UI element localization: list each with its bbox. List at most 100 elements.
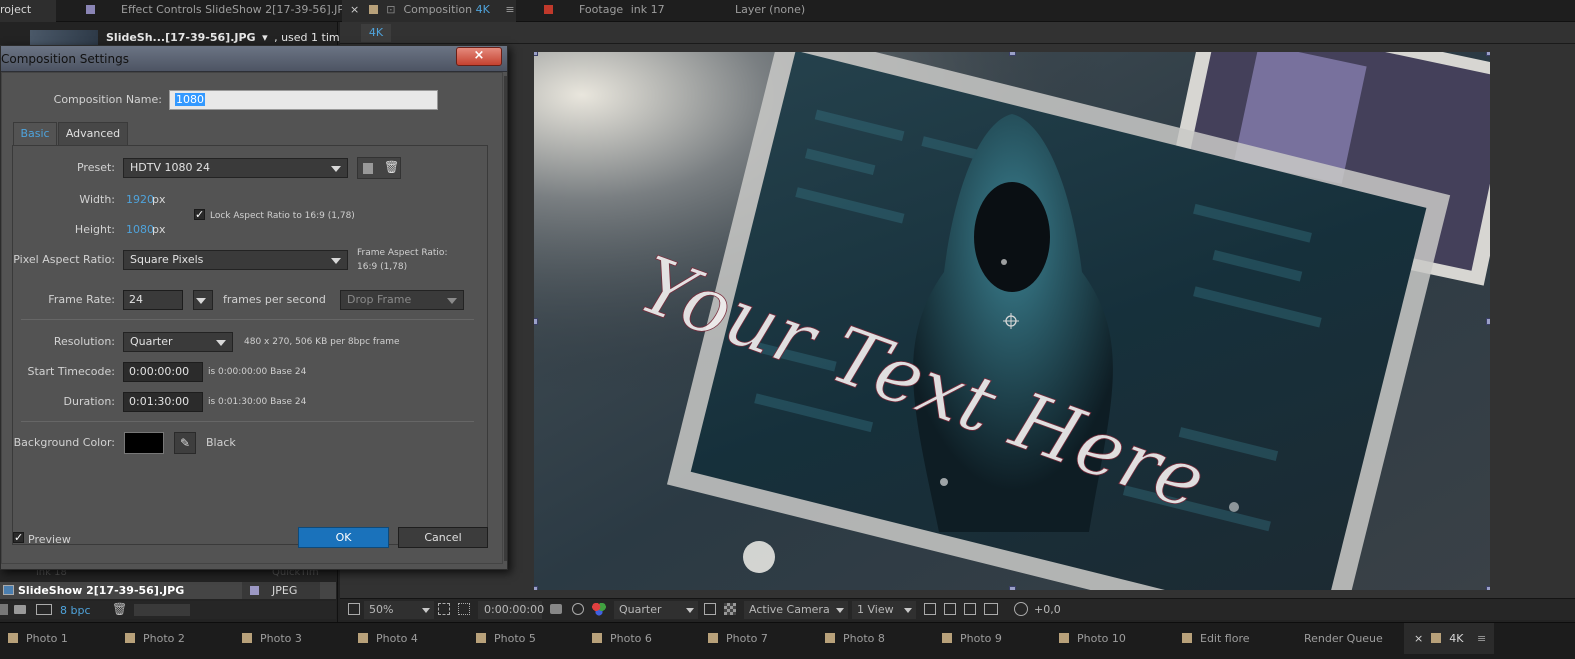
views-dropdown[interactable]: 1 View xyxy=(852,601,916,619)
resize-handle[interactable] xyxy=(534,318,538,325)
dialog-titlebar[interactable]: Composition Settings × xyxy=(1,46,507,72)
roi-icon[interactable] xyxy=(704,603,716,615)
width-value[interactable]: 1920 xyxy=(126,193,154,206)
tab-photo-9[interactable]: Photo 9 xyxy=(942,623,1002,654)
viewer-toolbar: 50% 0:00:00:00 Quarter Active Camera 1 V… xyxy=(340,598,1575,620)
tab-project[interactable]: roject xyxy=(0,0,56,22)
close-icon[interactable]: × xyxy=(1414,632,1423,645)
project-bpc[interactable]: 8 bpc xyxy=(60,604,91,617)
resize-handle[interactable] xyxy=(1486,318,1490,325)
ok-button[interactable]: OK xyxy=(298,527,389,548)
dialog-close-button[interactable]: × xyxy=(456,47,502,66)
lock-aspect-checkbox[interactable]: ✓ xyxy=(194,209,205,220)
tab-photo-6[interactable]: Photo 6 xyxy=(592,623,652,654)
fast-preview-icon[interactable] xyxy=(944,603,956,615)
magnify-icon[interactable] xyxy=(348,603,360,615)
tab-photo-3[interactable]: Photo 3 xyxy=(242,623,302,654)
tab-basic[interactable]: Basic xyxy=(13,122,57,146)
timeline-icon[interactable] xyxy=(964,603,976,615)
new-composition-icon[interactable] xyxy=(36,604,52,615)
resize-handle[interactable] xyxy=(1486,586,1490,590)
resize-handle[interactable] xyxy=(534,52,538,56)
interpret-footage-icon[interactable] xyxy=(0,604,8,615)
chevron-down-icon[interactable]: ▾ xyxy=(262,31,268,44)
background-color-name: Black xyxy=(206,436,236,449)
fit-icon[interactable] xyxy=(438,603,450,615)
show-snapshot-icon[interactable] xyxy=(572,603,584,615)
save-preset-icon[interactable] xyxy=(363,163,373,174)
trash-icon[interactable]: 🗑 xyxy=(112,602,127,616)
image-icon xyxy=(3,585,14,595)
trash-icon[interactable]: 🗑 xyxy=(384,160,399,174)
panel-menu-icon[interactable]: ≡ xyxy=(505,3,514,16)
pixel-aspect-dropdown[interactable]: Square Pixels xyxy=(123,250,348,270)
project-scrollbar[interactable] xyxy=(134,604,190,616)
tab-advanced[interactable]: Advanced xyxy=(58,122,128,146)
tab-photo-10[interactable]: Photo 10 xyxy=(1059,623,1126,654)
tab-4k[interactable]: × 4K ≡ xyxy=(1404,623,1494,654)
project-item-selected[interactable]: SlideShow 2[17-39-56].JPG JPEG xyxy=(0,582,336,599)
divider xyxy=(21,421,474,422)
drop-frame-dropdown[interactable]: Drop Frame xyxy=(340,290,464,310)
composition-canvas[interactable]: Your Text Here xyxy=(534,52,1490,590)
tab-footage[interactable]: Footage ink 17 xyxy=(544,0,684,22)
composition-name-field[interactable]: 1080 xyxy=(169,90,438,110)
tab-render-queue[interactable]: Render Queue xyxy=(1304,623,1383,654)
tab-layer[interactable]: Layer (none) xyxy=(735,0,835,22)
tab-photo-5[interactable]: Photo 5 xyxy=(476,623,536,654)
viewer-comp-tab[interactable]: 4K xyxy=(361,24,391,42)
resize-handle[interactable] xyxy=(1486,52,1490,56)
preset-actions: 🗑 xyxy=(357,157,401,179)
camera-dropdown[interactable]: Active Camera xyxy=(744,601,848,619)
timecode-display[interactable]: 0:00:00:00 xyxy=(478,601,544,619)
background-color-swatch[interactable] xyxy=(124,432,164,454)
dialog-scrollbar[interactable] xyxy=(504,76,507,561)
preset-dropdown[interactable]: HDTV 1080 24 xyxy=(123,158,348,178)
region-icon[interactable] xyxy=(458,603,470,615)
tab-edit-flore[interactable]: Edit flore xyxy=(1182,623,1250,654)
frame-rate-dropdown[interactable] xyxy=(193,290,213,310)
panel-menu-icon[interactable]: ≡ xyxy=(1477,632,1486,645)
views-value: 1 View xyxy=(857,603,894,616)
exposure-value[interactable]: +0,0 xyxy=(1034,601,1074,619)
toggle-pixel-aspect-icon[interactable] xyxy=(924,603,936,615)
tab-effect-controls[interactable]: Effect Controls SlideShow 2[17-39-56].JP… xyxy=(86,0,353,22)
transparency-grid-icon[interactable] xyxy=(724,603,736,615)
label-swatch-icon xyxy=(250,586,259,595)
duration-field[interactable]: 0:01:30:00 xyxy=(123,392,203,412)
resize-handle[interactable] xyxy=(534,586,538,590)
tab-photo-4[interactable]: Photo 4 xyxy=(358,623,418,654)
tab-photo-7[interactable]: Photo 7 xyxy=(708,623,768,654)
cancel-button[interactable]: Cancel xyxy=(398,527,488,548)
lock-icon[interactable]: ⊡ xyxy=(386,3,395,16)
start-timecode-field[interactable]: 0:00:00:00 xyxy=(123,362,203,382)
comp-swatch-icon xyxy=(242,633,252,643)
new-folder-icon[interactable] xyxy=(14,605,26,614)
flowchart-icon[interactable] xyxy=(984,603,998,615)
top-panel-tabs: roject Effect Controls SlideShow 2[17-39… xyxy=(0,0,1575,22)
close-icon[interactable]: × xyxy=(350,3,359,16)
footage-usage: , used 1 time xyxy=(274,31,347,44)
zoom-dropdown[interactable]: 50% xyxy=(364,601,434,619)
frame-aspect-label: Frame Aspect Ratio: xyxy=(357,248,448,258)
height-value[interactable]: 1080 xyxy=(126,223,154,236)
height-unit: px xyxy=(152,223,166,236)
reset-exposure-icon[interactable] xyxy=(1014,602,1028,616)
preview-checkbox[interactable]: ✓ xyxy=(13,532,24,543)
tab-photo-10-label: Photo 10 xyxy=(1077,632,1126,645)
tab-photo-8-label: Photo 8 xyxy=(843,632,885,645)
resolution-dropdown[interactable]: Quarter xyxy=(614,601,698,619)
frame-rate-field[interactable]: 24 xyxy=(123,290,183,310)
tab-photo-1[interactable]: Photo 1 xyxy=(8,623,68,654)
tab-composition[interactable]: × ⊡ Composition 4K ≡ xyxy=(342,0,516,22)
eyedropper-icon[interactable]: ✎ xyxy=(174,432,196,454)
frame-aspect-value: 16:9 (1,78) xyxy=(357,262,408,272)
resize-handle[interactable] xyxy=(1009,586,1016,590)
resolution-dropdown[interactable]: Quarter xyxy=(123,332,233,352)
canvas-bokeh xyxy=(1229,502,1239,512)
camera-icon[interactable] xyxy=(550,604,562,614)
tab-photo-8[interactable]: Photo 8 xyxy=(825,623,885,654)
tab-photo-2[interactable]: Photo 2 xyxy=(125,623,185,654)
resize-handle[interactable] xyxy=(1009,52,1016,56)
color-channels-icon[interactable] xyxy=(592,602,606,616)
